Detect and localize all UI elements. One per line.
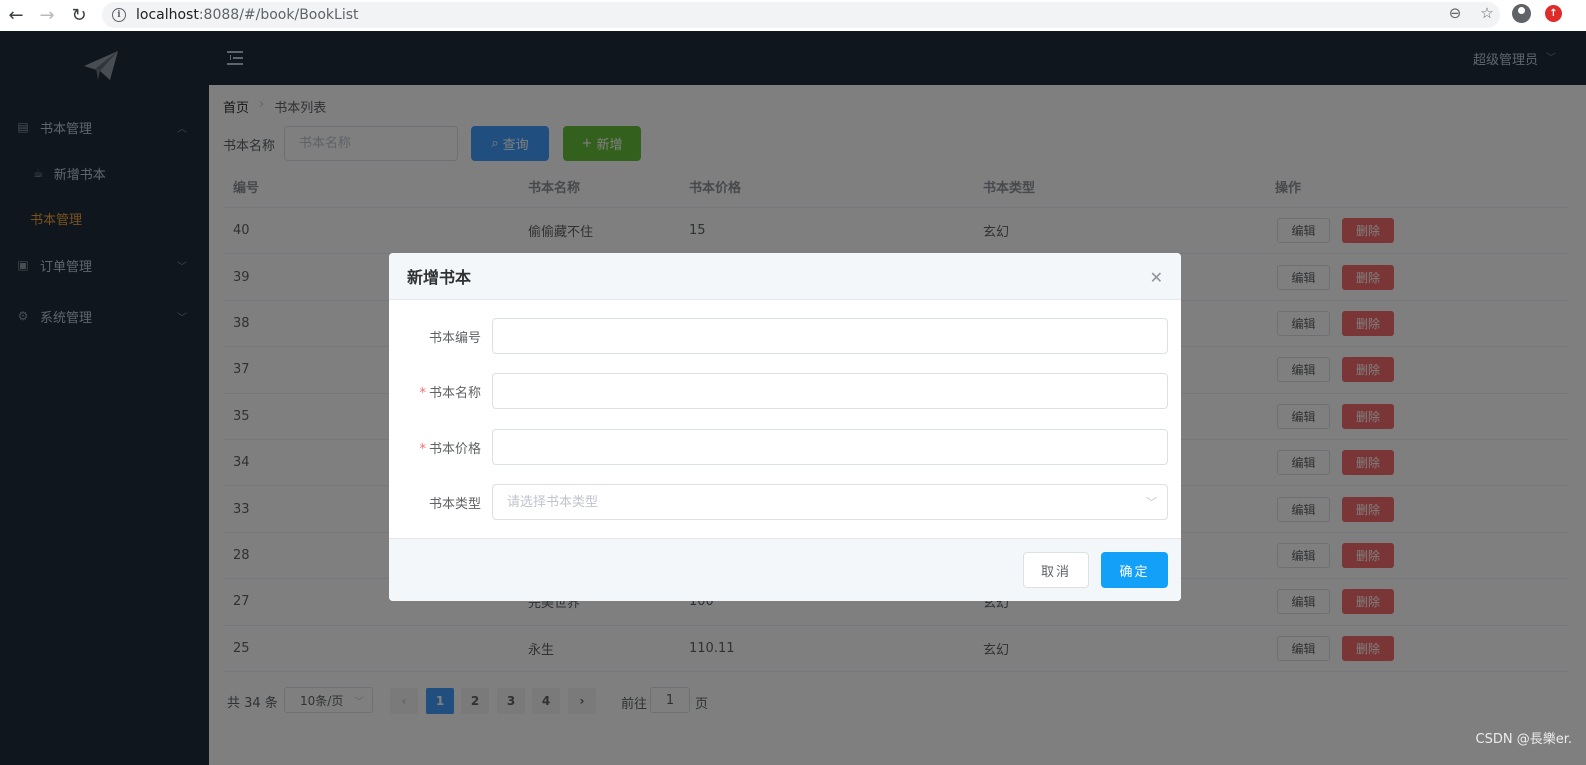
chevron-down-icon: ﹀ [1146,496,1157,509]
dialog-title: 新增书本 [407,268,472,287]
field-label-text: 书本类型 [428,497,481,512]
field-label: 书本类型 [429,493,481,512]
form-row-book-id: 书本编号 [389,318,1181,354]
field-label: 书本编号 [429,327,481,346]
dialog-header: 新增书本 [389,253,1181,300]
forward-arrow-icon[interactable]: → [33,1,61,29]
field-label: * 书本名称 [419,382,481,401]
field-label-text: 书本名称 [428,386,481,401]
info-icon[interactable]: i [112,8,126,22]
book-name-input[interactable] [492,373,1168,409]
bookmark-star-icon[interactable]: ☆ [1478,4,1496,22]
watermark: CSDN @長樂er. [1475,732,1572,747]
profile-avatar-icon[interactable] [1512,4,1531,23]
confirm-button[interactable]: 确定 [1101,552,1168,588]
required-asterisk: * [419,442,426,457]
book-type-select[interactable] [492,484,1168,520]
book-id-input[interactable] [492,318,1168,354]
back-arrow-icon[interactable]: ← [2,1,30,29]
zoom-icon[interactable]: ⊖ [1446,4,1464,22]
reload-icon[interactable]: ↻ [65,1,93,29]
address-bar[interactable]: i localhost:8088/#/book/BookList [102,2,1500,28]
close-icon[interactable]: ✕ [1150,268,1163,287]
add-book-dialog: 新增书本 ✕ 书本编号 *书本名称 *书本价格 书本类型 ﹀ 取消 确定 [389,253,1181,601]
field-label-text: 书本价格 [428,442,481,457]
form-row-book-type: 书本类型 ﹀ [389,484,1181,520]
dialog-footer: 取消 确定 [389,538,1181,601]
book-price-input[interactable] [492,429,1168,465]
form-row-book-price: * 书本价格 [389,429,1181,465]
field-label: * 书本价格 [419,438,481,457]
required-asterisk: * [419,386,426,401]
url-path: :8088/#/book/BookList [198,7,359,23]
form-row-book-name: * 书本名称 [389,373,1181,409]
url-host: localhost [136,7,199,23]
browser-toolbar: ← → ↻ i localhost:8088/#/book/BookList ⊖… [0,0,1586,31]
field-label-text: 书本编号 [428,331,481,346]
cancel-button[interactable]: 取消 [1023,552,1089,588]
extension-icon[interactable]: ↑ [1545,5,1562,22]
